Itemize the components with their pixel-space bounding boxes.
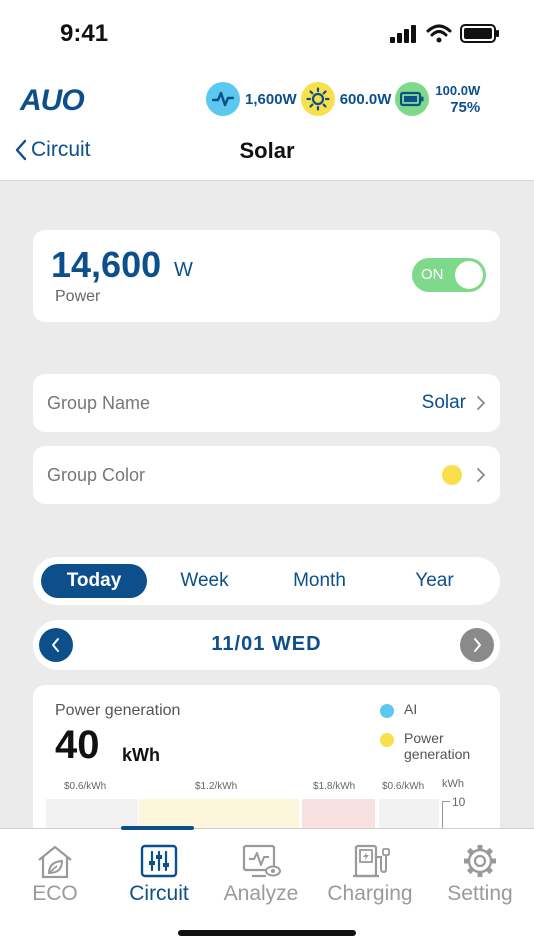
legend-generation-dot [380,733,394,747]
legend-ai: AI [380,701,417,718]
tab-setting[interactable]: Setting [441,843,519,906]
energy-stats: 1,600W 600.0W 100.0W 75% [206,82,480,116]
tab-analyze[interactable]: Analyze [219,843,303,906]
next-day-button[interactable] [460,628,494,662]
date-navigator: 11/01 WED [33,620,500,670]
chart-title: Power generation [55,702,181,719]
group-color-swatch [442,465,462,485]
back-button[interactable]: Circuit [14,138,91,162]
power-label: Power [55,288,101,305]
analyze-monitor-icon [242,844,281,878]
wifi-icon [426,24,452,43]
generation-total: 40 [55,723,100,767]
back-label: Circuit [31,138,91,161]
active-tab-indicator [121,826,194,830]
tab-eco-label: ECO [32,882,78,905]
brand-logo: AUO [20,84,85,117]
legend-ai-label: AI [404,701,418,717]
period-tabs: Today Week Month Year [33,557,500,605]
group-name-value: Solar [421,392,466,413]
current-date: 11/01 WED [211,633,322,655]
battery-percent-value: 75% [450,99,481,116]
tab-eco[interactable]: ECO [27,843,83,906]
battery-status-icon [460,24,499,43]
power-unit: W [174,259,193,281]
solar-power-value: 600.0W [339,90,392,108]
legend-generation-label: Power generation [404,730,471,762]
price-label: $1.2/kWh [195,781,238,792]
price-label: $1.8/kWh [313,781,356,792]
power-card: 14,600 W Power ON [33,230,500,322]
group-name-row[interactable]: Group Name Solar [33,374,500,432]
y-axis-unit: kWh [442,778,464,790]
tab-today[interactable]: Today [41,564,147,598]
chevron-left-icon [15,139,27,161]
chevron-right-icon [474,638,481,652]
group-color-label: Group Color [47,464,146,485]
legend-ai-dot [380,704,394,718]
tab-week[interactable]: Week [147,564,262,598]
price-label: $0.6/kWh [64,781,107,792]
legend-generation: Power generation [380,730,490,762]
tab-charging[interactable]: Charging [321,843,419,906]
status-icons [390,24,500,43]
charging-station-icon [353,844,390,878]
eco-house-icon [38,845,72,879]
price-label: $0.6/kWh [382,781,425,792]
battery-power-value: 100.0W [435,83,481,98]
group-color-row[interactable]: Group Color [33,446,500,504]
tab-circuit[interactable]: Circuit [121,843,197,906]
tab-charging-label: Charging [327,882,413,905]
cellular-signal-icon [390,24,416,43]
tab-year[interactable]: Year [377,564,492,598]
power-generation-card: Power generation 40 kWh AI Power generat… [33,685,500,845]
grid-power-icon [206,82,240,116]
power-toggle[interactable]: ON [412,258,486,292]
top-header: 9:41 AUO 1,600W 600.0W 100.0W 75% Circui… [0,0,534,181]
chevron-right-icon [477,396,485,410]
tab-analyze-label: Analyze [223,882,299,905]
tab-circuit-label: Circuit [129,882,189,905]
gear-icon [464,845,496,877]
circuit-sliders-icon [140,844,178,878]
battery-icon [395,82,430,116]
home-indicator [178,930,356,936]
chevron-right-icon [477,468,485,482]
group-name-label: Group Name [47,392,151,413]
grid-power-value: 1,600W [245,90,297,108]
solar-sun-icon [300,82,335,116]
tab-month[interactable]: Month [262,564,377,598]
toggle-knob [455,261,483,289]
y-axis-tick: 10 [452,795,466,809]
status-time: 9:41 [60,20,109,47]
toggle-label: ON [421,266,444,283]
y-axis-tick-mark [442,801,450,802]
power-value: 14,600 [51,244,162,285]
tab-setting-label: Setting [447,882,513,905]
generation-unit: kWh [122,745,160,765]
